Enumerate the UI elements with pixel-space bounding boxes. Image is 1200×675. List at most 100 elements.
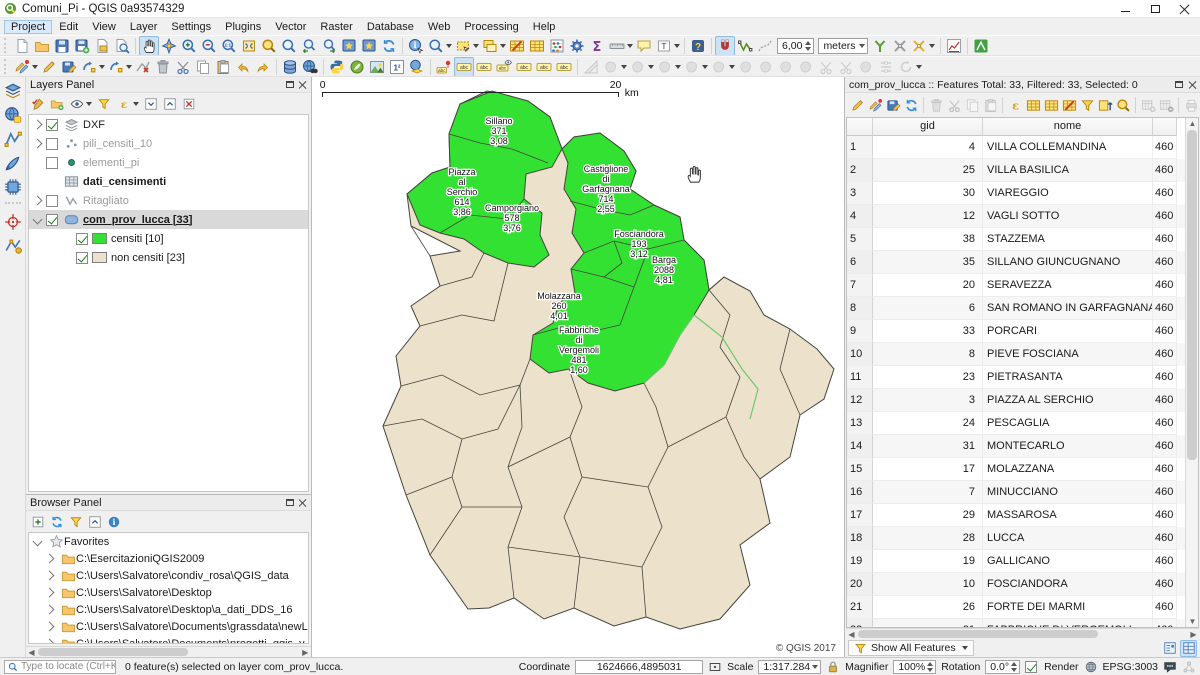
rotate-point-symbols-button[interactable]: [896, 57, 923, 77]
layer-item-dati-censimenti[interactable]: dati_censimenti: [29, 172, 308, 191]
cut-features-button[interactable]: [173, 57, 193, 77]
scroll-left-icon[interactable]: ◀: [27, 648, 36, 657]
snap-units[interactable]: meters: [818, 38, 867, 54]
grass-tools-button[interactable]: [971, 36, 991, 56]
layer-checkbox[interactable]: [46, 195, 58, 207]
row-number[interactable]: 2: [847, 159, 873, 182]
cell-extra[interactable]: 460: [1153, 366, 1177, 389]
cell-gid[interactable]: 28: [873, 527, 983, 550]
data-source-manager-button[interactable]: [2, 80, 24, 102]
row-number[interactable]: 3: [847, 182, 873, 205]
layout-manager-button[interactable]: [112, 36, 132, 56]
row-number[interactable]: 6: [847, 251, 873, 274]
spin-up-icon[interactable]: [1011, 662, 1017, 666]
cell-gid[interactable]: 30: [873, 182, 983, 205]
pan-map-to-selection-button[interactable]: [159, 36, 179, 56]
spin-down-icon[interactable]: [1011, 668, 1017, 672]
enable-snapping-button[interactable]: [715, 36, 735, 56]
new-shapefile-layer-button[interactable]: [2, 128, 24, 150]
extents-icon[interactable]: [708, 660, 722, 674]
row-number[interactable]: 21: [847, 596, 873, 619]
row-number[interactable]: 19: [847, 550, 873, 573]
open-attribute-table-button[interactable]: [527, 36, 547, 56]
cell-gid[interactable]: 8: [873, 343, 983, 366]
label-rotate-button[interactable]: [534, 57, 554, 77]
layer-item-com-prov-lucca-33-[interactable]: com_prov_lucca [33]: [29, 210, 308, 229]
table-row[interactable]: 1431MONTECARLO460: [847, 435, 1185, 458]
dock-attribute-table-button[interactable]: [1182, 96, 1200, 114]
select-features-menu-button[interactable]: [480, 36, 507, 56]
zoom-to-selection-button[interactable]: [1114, 96, 1132, 114]
new-project-button[interactable]: [12, 36, 32, 56]
text-annotation-button[interactable]: [654, 36, 681, 56]
delete-selected-button[interactable]: [153, 57, 173, 77]
close-panel-icon[interactable]: [299, 81, 307, 89]
expander-icon[interactable]: [45, 554, 55, 564]
row-number[interactable]: 8: [847, 297, 873, 320]
plugin-2-button[interactable]: [367, 57, 387, 77]
label-highlight-button[interactable]: [454, 57, 474, 77]
cell-gid[interactable]: 4: [873, 136, 983, 159]
redo-button[interactable]: [253, 57, 273, 77]
browser-path-item[interactable]: C:\Users\Salvatore\Desktop: [29, 584, 308, 601]
current-edits-button[interactable]: [12, 57, 39, 77]
lock-scale-icon[interactable]: [826, 660, 840, 674]
browser-path-item[interactable]: C:\Users\Salvatore\Documents\grassdata\n…: [29, 618, 308, 635]
cell-nome[interactable]: VIAREGGIO: [983, 182, 1153, 205]
save-project-button[interactable]: [52, 36, 72, 56]
digitize-move-button[interactable]: [106, 57, 133, 77]
close-button[interactable]: [1170, 0, 1200, 17]
label-change-button[interactable]: [554, 57, 574, 77]
collapse-browser-button[interactable]: [86, 513, 104, 531]
row-number[interactable]: 16: [847, 481, 873, 504]
table-row[interactable]: 2126FORTE DEI MARMI460: [847, 596, 1185, 619]
scrollbar-thumb[interactable]: [1187, 130, 1197, 460]
cell-extra[interactable]: 460: [1153, 481, 1177, 504]
coordinate-input[interactable]: 1624666,4895031: [575, 660, 703, 674]
snap-tolerance[interactable]: 6,00: [777, 38, 814, 54]
new-bookmark-button[interactable]: [339, 36, 359, 56]
refresh-map-button[interactable]: [379, 36, 399, 56]
split-features-button[interactable]: [816, 57, 836, 77]
save-edits-button[interactable]: [884, 96, 902, 114]
cell-gid[interactable]: 10: [873, 573, 983, 596]
field-calculator-button[interactable]: [547, 36, 567, 56]
crs-value[interactable]: EPSG:3003: [1103, 661, 1158, 673]
cell-nome[interactable]: LUCCA: [983, 527, 1153, 550]
row-number[interactable]: 4: [847, 205, 873, 228]
menu-processing[interactable]: Processing: [457, 20, 525, 34]
plugin-1-button[interactable]: [347, 57, 367, 77]
cell-nome[interactable]: MINUCCIANO: [983, 481, 1153, 504]
cell-nome[interactable]: MONTECARLO: [983, 435, 1153, 458]
digitize-copy-button[interactable]: [79, 57, 106, 77]
attribute-vscrollbar[interactable]: ▲ ▼: [1185, 118, 1198, 627]
flip-line-button[interactable]: [776, 57, 796, 77]
layer-item-pili-censiti-10[interactable]: pili_censiti_10: [29, 134, 308, 153]
expander-icon[interactable]: [33, 120, 43, 130]
snap-self-intersection-button[interactable]: [890, 36, 910, 56]
table-row[interactable]: 330VIAREGGIO460: [847, 182, 1185, 205]
fill-ring-button[interactable]: [736, 57, 756, 77]
cell-nome[interactable]: FABBRICHE DI VERGEMOLI: [983, 619, 1153, 627]
new-virtual-layer-button[interactable]: [2, 176, 24, 198]
cell-gid[interactable]: 3: [873, 389, 983, 412]
cell-nome[interactable]: PIEVE FOSCIANA: [983, 343, 1153, 366]
help-button[interactable]: [688, 36, 708, 56]
layer-checkbox[interactable]: [76, 252, 88, 264]
zoom-next-button[interactable]: [319, 36, 339, 56]
cell-nome[interactable]: SILLANO GIUNCUGNANO: [983, 251, 1153, 274]
expander-icon[interactable]: [33, 537, 43, 547]
menu-layer[interactable]: Layer: [123, 20, 165, 34]
new-print-layout-button[interactable]: [92, 36, 112, 56]
float-panel-icon[interactable]: [286, 81, 294, 88]
table-row[interactable]: 933PORCARI460: [847, 320, 1185, 343]
cut-button[interactable]: [945, 96, 963, 114]
show-bookmarks-button[interactable]: [359, 36, 379, 56]
move-feature-button[interactable]: [628, 57, 655, 77]
table-row[interactable]: 2010FOSCIANDORA460: [847, 573, 1185, 596]
row-number[interactable]: 7: [847, 274, 873, 297]
statistics-panel-button[interactable]: [587, 36, 607, 56]
georeferencer-button[interactable]: [2, 211, 24, 233]
cell-nome[interactable]: MOLAZZANA: [983, 458, 1153, 481]
table-view-toggle[interactable]: [1180, 640, 1197, 657]
